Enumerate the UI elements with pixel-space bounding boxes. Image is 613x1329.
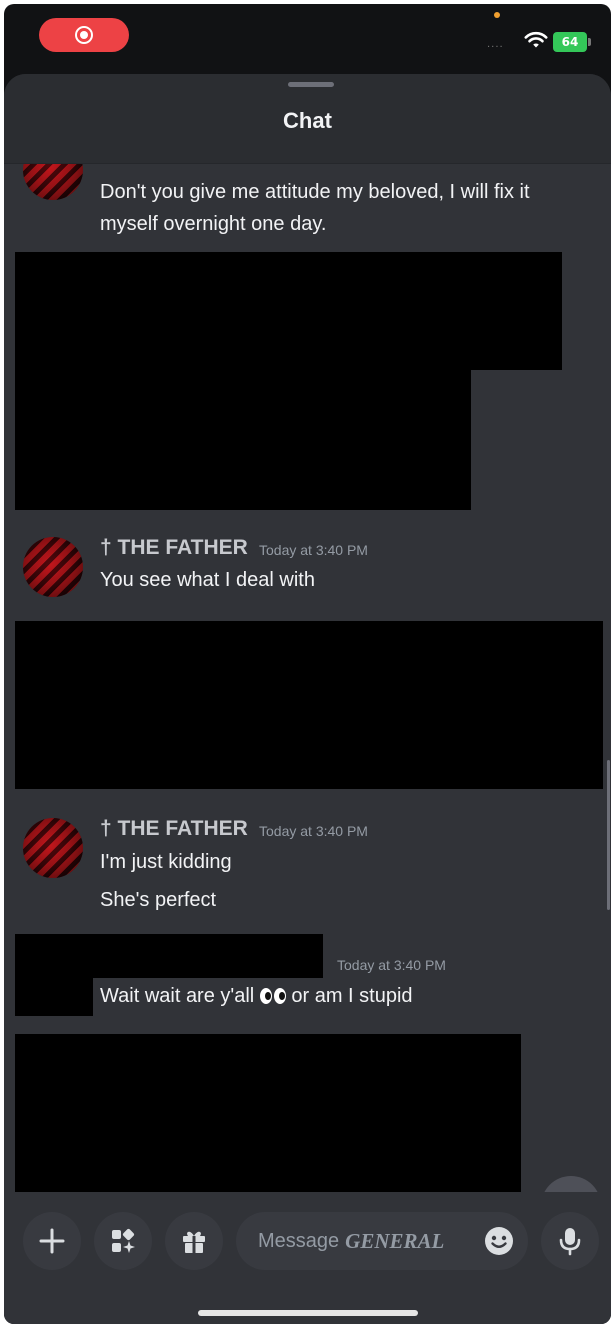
channel-name: GENERAL — [345, 1228, 445, 1253]
message-input[interactable]: Message GENERAL — [236, 1212, 528, 1270]
message-timestamp: Today at 3:40 PM — [259, 542, 368, 558]
message-text: She's perfect — [100, 889, 217, 911]
message-text: I'm just kidding — [100, 851, 232, 873]
redacted-avatar — [15, 974, 93, 1016]
gift-icon — [183, 1231, 205, 1253]
redacted-image — [15, 621, 603, 789]
emoji-icon[interactable] — [484, 1226, 514, 1256]
redacted-author — [15, 934, 323, 978]
record-icon — [75, 26, 93, 44]
scrollbar[interactable] — [607, 760, 610, 910]
eyes-emoji-icon — [259, 988, 286, 1004]
redacted-image — [15, 252, 562, 370]
sheet-grabber[interactable] — [288, 82, 334, 87]
voice-message-button[interactable] — [541, 1212, 599, 1270]
page-title: Chat — [283, 108, 332, 133]
chat-sheet: Chat Don't you give me attitude my belov… — [4, 74, 611, 1324]
avatar[interactable] — [23, 537, 83, 597]
redacted-image — [15, 1034, 521, 1194]
screen-recording-indicator[interactable] — [39, 18, 129, 52]
author-name[interactable]: † THE FATHER — [100, 817, 248, 841]
sheet-header: Chat — [4, 74, 611, 164]
message-text: myself overnight one day. — [100, 213, 327, 235]
wifi-icon — [524, 31, 548, 48]
message-list[interactable]: Don't you give me attitude my beloved, I… — [4, 164, 611, 1194]
plus-icon — [39, 1228, 65, 1254]
message-placeholder: Message — [258, 1229, 340, 1252]
message-text: Don't you give me attitude my beloved, I… — [100, 181, 530, 203]
add-attachment-button[interactable] — [23, 1212, 81, 1270]
battery-icon: 64 — [553, 32, 591, 52]
avatar[interactable] — [23, 164, 83, 200]
microphone-icon — [559, 1228, 581, 1256]
message-timestamp: Today at 3:40 PM — [337, 957, 446, 973]
message-timestamp: Today at 3:40 PM — [259, 823, 368, 839]
cellular-signal-icon: ···· — [487, 42, 504, 53]
message-text: Wait wait are y'all or am I stupid — [100, 980, 413, 1012]
apps-button[interactable] — [94, 1212, 152, 1270]
apps-icon — [112, 1228, 135, 1253]
gift-button[interactable] — [165, 1212, 223, 1270]
author-name[interactable]: † THE FATHER — [100, 536, 248, 560]
message-text: You see what I deal with — [100, 569, 315, 591]
message-composer: Message GENERAL — [4, 1192, 611, 1324]
message-text-end: or am I stupid — [291, 985, 413, 1007]
redacted-image — [15, 364, 471, 510]
message-text-start: Wait wait are y'all — [100, 985, 255, 1007]
home-indicator[interactable] — [198, 1310, 418, 1316]
avatar[interactable] — [23, 818, 83, 878]
phone-screen: ···· 64 Chat Don't you give me attitude … — [4, 4, 611, 1324]
battery-level: 64 — [561, 35, 579, 49]
privacy-indicator-dot — [494, 12, 500, 18]
